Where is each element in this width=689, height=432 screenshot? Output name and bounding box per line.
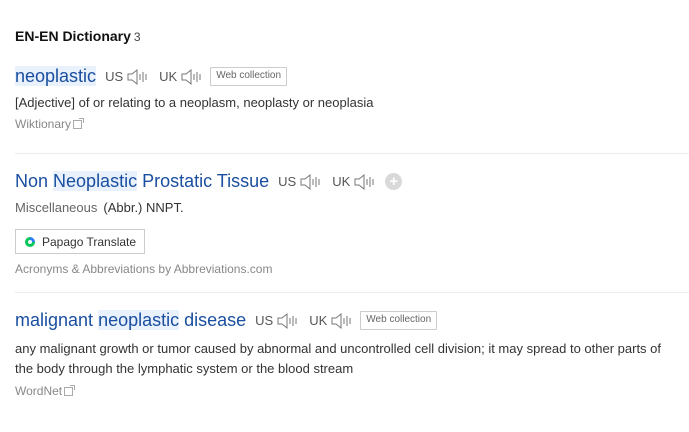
pron-us-label: US [105,69,124,84]
entry-source[interactable]: Acronyms & Abbreviations by Abbreviation… [15,262,272,276]
entry-2: Non Neoplastic Prostatic Tissue US UK + … [15,171,689,215]
papago-translate-button[interactable]: Papago Translate [15,229,145,254]
pron-uk-label: UK [332,174,351,189]
pron-uk[interactable]: UK [309,312,354,330]
entry-source[interactable]: Wiktionary [15,117,689,131]
result-count: 3 [133,30,141,44]
papago-translate-label: Papago Translate [42,234,137,249]
word-highlight: neoplastic [98,310,180,330]
pron-us-label: US [278,174,297,189]
abbreviation-text: (Abbr.) NNPT. [103,200,184,215]
entry-word-link[interactable]: neoplastic [15,66,97,87]
pron-uk[interactable]: UK [159,68,204,86]
speaker-icon[interactable] [180,68,204,86]
word-part: Non [15,171,54,191]
entry-definition: [Adjective] of or relating to a neoplasm… [15,95,374,110]
pron-uk[interactable]: UK [332,173,377,191]
word-highlight: neoplastic [15,66,97,86]
entry-source[interactable]: WordNet [15,384,689,398]
word-part: malignant [15,310,99,330]
abbr-line: Miscellaneous (Abbr.) NNPT. [15,200,689,215]
pron-us-label: US [255,313,274,328]
speaker-icon[interactable] [276,312,300,330]
plus-icon[interactable]: + [385,173,403,190]
speaker-icon[interactable] [330,312,354,330]
speaker-icon[interactable] [353,173,377,191]
papago-icon [25,236,35,247]
speaker-icon[interactable] [299,173,323,191]
section-title-text: EN-EN Dictionary [15,28,131,44]
pron-us[interactable]: US [105,68,150,86]
entry-1: neoplastic US UK Web collection [Adjecti… [15,66,689,131]
source-label[interactable]: Acronyms & Abbreviations by Abbreviation… [15,262,272,276]
word-part: disease [179,310,247,330]
section-title: EN-EN Dictionary 3 [15,28,141,44]
source-label[interactable]: Wiktionary [15,117,71,131]
pron-uk-label: UK [309,313,328,328]
word-part: Prostatic Tissue [137,171,270,191]
entry-3: malignant neoplastic disease US UK Web c… [15,310,689,398]
entry-word-link[interactable]: Non Neoplastic Prostatic Tissue [15,171,269,192]
web-collection-badge[interactable]: Web collection [360,311,438,330]
divider [15,153,689,154]
pron-us[interactable]: US [255,312,300,330]
pron-uk-label: UK [159,69,178,84]
source-label[interactable]: WordNet [15,384,62,398]
web-collection-badge[interactable]: Web collection [210,67,288,86]
speaker-icon[interactable] [126,68,150,86]
divider [15,292,689,293]
entry-definition: any malignant growth or tumor caused by … [15,341,662,376]
entry-word-link[interactable]: malignant neoplastic disease [15,310,246,331]
external-link-icon [73,117,85,129]
category-label: Miscellaneous [15,200,98,215]
word-highlight: Neoplastic [53,171,138,191]
external-link-icon [64,384,76,396]
pron-us[interactable]: US [278,173,323,191]
